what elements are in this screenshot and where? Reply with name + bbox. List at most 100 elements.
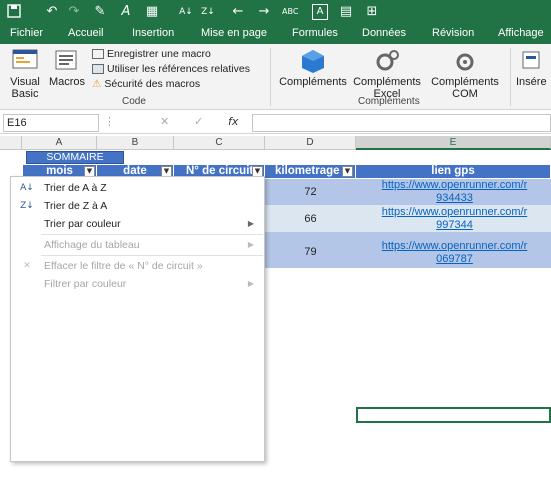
gps-link-3-url: https://www.openrunner.com/r <box>381 240 528 252</box>
gear-icon <box>372 48 402 74</box>
confirm-entry-button[interactable]: ✓ <box>194 115 203 128</box>
header-lien-gps-label: lien gps <box>431 165 475 177</box>
spelling-icon[interactable]: A <box>118 4 134 20</box>
gps-link-3[interactable]: https://www.openrunner.com/r 069787 <box>358 240 551 266</box>
tab-revision[interactable]: Révision <box>432 27 474 39</box>
column-header-c[interactable]: C <box>174 136 265 150</box>
macros-label: Macros <box>48 76 86 88</box>
gps-link-1-id: 934433 <box>436 192 473 204</box>
sort-za-icon: Z↓ <box>20 201 34 211</box>
column-header-d[interactable]: D <box>265 136 356 150</box>
sort-az-label: Trier de A à Z <box>44 182 107 194</box>
ribbon-separator <box>270 48 271 106</box>
cancel-entry-button[interactable]: ✕ <box>160 115 169 128</box>
com-gear-icon <box>450 48 480 74</box>
visual-basic-icon <box>10 48 40 74</box>
record-macro-label: Enregistrer une macro <box>107 48 211 60</box>
redo-icon[interactable]: ↷ <box>66 4 82 20</box>
name-box[interactable]: E16 <box>3 114 99 132</box>
sommaire-button[interactable]: SOMMAIRE <box>26 151 124 164</box>
table-view-item[interactable]: Affichage du tableau ▶ <box>11 236 264 254</box>
save-icon[interactable] <box>6 4 22 20</box>
menu-separator <box>41 255 263 256</box>
sort-ascending-icon[interactable]: A↓ <box>178 4 194 20</box>
format-painter-icon[interactable]: ✎ <box>92 4 108 20</box>
chevron-right-icon: ▶ <box>247 279 254 288</box>
gps-link-1-url: https://www.openrunner.com/r <box>381 179 528 191</box>
tab-donnees[interactable]: Données <box>362 27 406 39</box>
back-arrow-icon[interactable]: ← <box>230 4 246 20</box>
km-cell-3[interactable]: 79 <box>265 246 356 260</box>
gps-link-2[interactable]: https://www.openrunner.com/r 997344 <box>358 206 551 232</box>
more-icon: ⋮ <box>104 115 115 128</box>
insert-controls-icon <box>520 48 542 74</box>
excel-addins-button[interactable]: Compléments Excel <box>350 48 424 100</box>
quick-access-toolbar: ↶ ↷ ✎ A ▦ A↓ Z↓ ← → ABC A ▤ ⊞ <box>0 0 551 24</box>
column-header-a[interactable]: A <box>22 136 97 150</box>
customize-icon[interactable]: ⊞ <box>364 4 380 20</box>
macros-button[interactable]: Macros <box>46 48 88 88</box>
macro-security-button[interactable]: ⚠ Sécurité des macros <box>92 77 200 91</box>
cell-styles-icon[interactable]: ▦ <box>144 4 160 20</box>
ribbon: Visual Basic Macros Enregistrer une macr… <box>0 44 551 110</box>
addins-label: Compléments <box>279 76 347 88</box>
formula-bar: E16 ⋮ ✕ ✓ fx <box>0 112 551 134</box>
formula-input[interactable] <box>252 114 551 132</box>
addins-group-label: Compléments <box>358 96 420 107</box>
column-header-b[interactable]: B <box>97 136 174 150</box>
text-box-icon[interactable]: A <box>312 4 328 20</box>
gps-link-2-url: https://www.openrunner.com/r <box>381 206 528 218</box>
insert-controls-label: Insére <box>516 76 547 88</box>
code-group-label: Code <box>122 96 146 107</box>
visual-basic-label: Visual Basic <box>10 76 40 100</box>
menu-separator <box>41 234 263 235</box>
record-macro-button[interactable]: Enregistrer une macro <box>92 47 211 61</box>
insert-function-button[interactable]: fx <box>228 115 238 128</box>
macro-security-label: Sécurité des macros <box>104 78 201 90</box>
addins-button[interactable]: Compléments <box>278 48 348 88</box>
sort-az-item[interactable]: A↓ Trier de A à Z <box>11 179 264 197</box>
filter-dropdown-kilometrage[interactable]: ▼ <box>342 166 353 177</box>
insert-table-icon[interactable]: ▤ <box>338 4 354 20</box>
select-all-corner[interactable] <box>0 136 22 150</box>
relative-references-label: Utiliser les références relatives <box>107 63 250 75</box>
undo-icon[interactable]: ↶ <box>44 4 60 20</box>
clear-filter-label: Effacer le filtre de « N° de circuit » <box>44 260 203 272</box>
selected-cell-e16[interactable] <box>356 407 551 423</box>
warning-icon: ⚠ <box>92 78 102 90</box>
column-header-e[interactable]: E <box>356 136 551 150</box>
gps-link-1[interactable]: https://www.openrunner.com/r 934433 <box>358 179 551 205</box>
relative-references-icon <box>92 64 104 75</box>
tab-mise-en-page[interactable]: Mise en page <box>201 27 267 39</box>
header-lien-gps: lien gps <box>356 165 551 178</box>
sort-descending-icon[interactable]: Z↓ <box>200 4 216 20</box>
clear-filter-item[interactable]: ✕ Effacer le filtre de « N° de circuit » <box>11 257 264 275</box>
record-macro-icon <box>92 49 104 60</box>
com-addins-label: Compléments COM <box>431 76 499 100</box>
filter-by-color-label: Filtrer par couleur <box>44 278 127 290</box>
tab-formules[interactable]: Formules <box>292 27 338 39</box>
tab-fichier[interactable]: Fichier <box>10 27 43 39</box>
filter-by-color-item[interactable]: Filtrer par couleur ▶ <box>11 275 264 293</box>
km-cell-1[interactable]: 72 <box>265 186 356 200</box>
clear-filter-icon: ✕ <box>23 261 31 271</box>
tab-affichage[interactable]: Affichage <box>498 27 544 39</box>
tab-accueil[interactable]: Accueil <box>68 27 103 39</box>
tab-insertion[interactable]: Insertion <box>132 27 174 39</box>
sort-za-item[interactable]: Z↓ Trier de Z à A <box>11 197 264 215</box>
visual-basic-button[interactable]: Visual Basic <box>6 48 44 100</box>
forward-arrow-icon[interactable]: → <box>256 4 272 20</box>
gps-link-2-id: 997344 <box>436 219 473 231</box>
spellcheck-icon[interactable]: ABC <box>282 4 298 20</box>
sort-az-icon: A↓ <box>20 183 34 193</box>
sort-by-color-item[interactable]: Trier par couleur ▶ <box>11 215 264 233</box>
addins-icon <box>298 48 328 74</box>
sort-za-label: Trier de Z à A <box>44 200 108 212</box>
relative-references-button[interactable]: Utiliser les références relatives <box>92 62 250 76</box>
com-addins-button[interactable]: Compléments COM <box>428 48 502 100</box>
chevron-right-icon: ▶ <box>247 219 254 228</box>
table-view-label: Affichage du tableau <box>44 239 140 251</box>
filter-menu: A↓ Trier de A à Z Z↓ Trier de Z à A Trier … <box>10 176 265 462</box>
km-cell-2[interactable]: 66 <box>265 213 356 227</box>
insert-controls-button[interactable]: Insére <box>516 48 551 88</box>
